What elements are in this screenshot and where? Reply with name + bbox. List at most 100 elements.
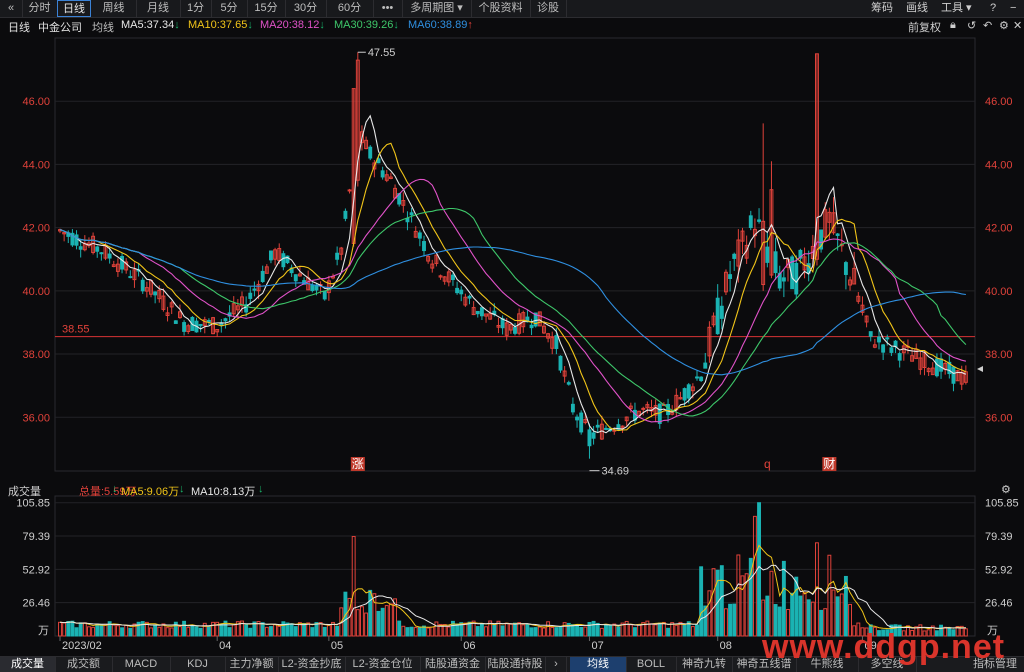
volume-bar [281, 621, 286, 637]
volume-bar [682, 623, 687, 637]
volume-bar [657, 622, 662, 637]
indicator-tab-2[interactable]: MACD [112, 657, 171, 672]
volume-bar [248, 627, 253, 637]
volume-bar [194, 626, 199, 637]
volume-bar [595, 622, 600, 637]
candle-body [281, 253, 286, 268]
candle-body [566, 382, 571, 385]
overlay-tab-2[interactable]: 神奇九转 [676, 657, 733, 672]
volume-bar [335, 625, 340, 637]
volume-bar [269, 626, 273, 637]
volume-bar [591, 620, 596, 637]
overlay-tab-1[interactable]: BOLL [626, 657, 677, 672]
candle-body [641, 407, 646, 410]
candle-body [699, 376, 704, 382]
down-arrow-icon: ↓ [258, 483, 264, 495]
candle-body [529, 324, 534, 329]
candle-body [368, 146, 373, 159]
volume-bar [616, 626, 621, 637]
indicator-tab-7[interactable]: 陆股通资金 [420, 657, 486, 672]
volume-bar [376, 610, 381, 637]
volume-bar [206, 625, 211, 637]
volume-bar [604, 624, 608, 637]
volume-bar [674, 624, 679, 637]
event-marker: q [764, 457, 771, 471]
volume-bar [384, 605, 389, 637]
high-label: 47.55 [368, 47, 396, 59]
volume-bar [153, 624, 158, 637]
candle-body [682, 388, 687, 401]
candle-body [120, 255, 124, 270]
volume-bar [360, 606, 364, 637]
volume-bar [550, 626, 555, 637]
candle-body [885, 337, 890, 340]
candle-body [269, 250, 273, 261]
candle-body [554, 335, 559, 349]
overlay-tab-0[interactable]: 均线 [570, 657, 627, 672]
chevron-right-icon[interactable]: › [546, 657, 567, 672]
candle-body [347, 189, 352, 192]
volume-bar [769, 570, 774, 637]
candle-body [198, 323, 203, 327]
candle-body [939, 358, 943, 372]
volume-bar [310, 627, 315, 637]
candle-body [748, 215, 753, 229]
price-tick-right: 44.00 [985, 159, 1013, 171]
candle-body [293, 274, 298, 282]
volume-bar [380, 607, 385, 637]
candle-body [128, 276, 133, 279]
indicator-tab-8[interactable]: 陆股通持股 [485, 657, 546, 672]
x-axis-label: 07 [591, 640, 603, 652]
candle-body [570, 403, 575, 413]
volume-bar [260, 622, 265, 637]
indicator-tab-5[interactable]: L2-资金抄底 [278, 657, 346, 672]
volume-tick-right: 26.46 [985, 598, 1013, 610]
candle-body [843, 262, 848, 275]
indicator-tab-6[interactable]: L2-资金仓位 [345, 657, 421, 672]
candle-body [99, 252, 104, 255]
volume-bar [58, 621, 62, 637]
candle-body [310, 284, 315, 292]
indicator-tab-0[interactable]: 成交量 [0, 657, 56, 672]
candle-body [74, 234, 79, 246]
volume-bar [562, 622, 567, 637]
indicator-tab-4[interactable]: 主力净额 [225, 657, 279, 672]
volume-bar [575, 624, 579, 637]
volume-bar [513, 622, 517, 637]
candle-body [248, 292, 253, 299]
candle-body [732, 253, 737, 259]
candle-body [223, 318, 228, 322]
candle-body [467, 295, 472, 299]
volume-bar [87, 626, 91, 637]
volume-header: 成交量 总量:5.59万 ↓ MA5:9.06万 ↓ MA10:8.13万 ↓ ⚙ [0, 480, 1024, 498]
volume-bar [446, 626, 451, 637]
candle-body [719, 305, 724, 319]
volume-bar [628, 624, 633, 637]
volume-bar [198, 627, 203, 637]
volume-bar [95, 623, 100, 637]
candle-body [889, 347, 894, 353]
volume-bar [434, 621, 439, 637]
volume-bar [413, 627, 418, 637]
ma60-line [59, 229, 966, 376]
indicator-tab-1[interactable]: 成交额 [55, 657, 113, 672]
volume-bar [355, 609, 360, 637]
volume-bar [542, 627, 546, 637]
volume-bar [273, 624, 278, 637]
indicator-tab-3[interactable]: KDJ [170, 657, 226, 672]
volume-bar [264, 626, 269, 637]
candle-body [728, 274, 733, 279]
volume-bar [661, 621, 666, 637]
volume-ma10-line [59, 564, 966, 629]
volume-bar [91, 626, 96, 637]
volume-bar [517, 622, 522, 637]
volume-bar [322, 626, 327, 637]
volume-bar [587, 621, 592, 637]
candle-body [459, 289, 464, 295]
event-marker: 涨 [352, 456, 364, 471]
candle-body [951, 366, 956, 384]
price-tick-right: 38.00 [985, 349, 1013, 361]
kline-chart[interactable]: 36.00 36.00 38.00 38.00 40.00 40.00 42.00 42.00… [0, 0, 1024, 671]
settings-icon[interactable]: ⚙ [1001, 483, 1011, 496]
volume-bar [426, 627, 431, 637]
